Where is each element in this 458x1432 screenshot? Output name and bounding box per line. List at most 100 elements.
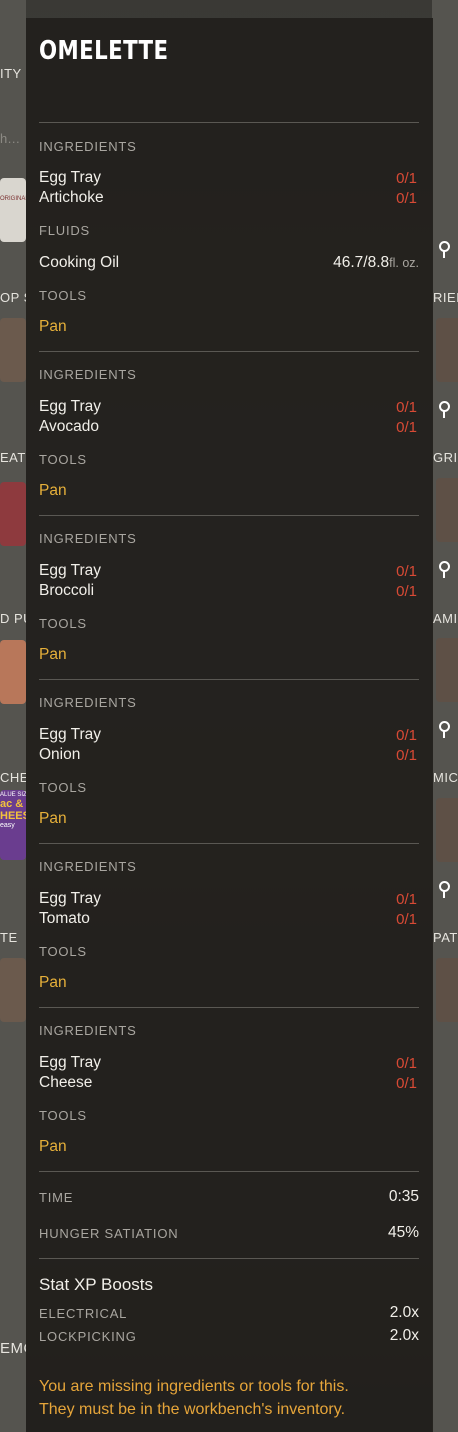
right-list-column [432,0,458,1432]
bg-thumb-text: HEESI [0,810,26,822]
xp-boost-label: LOCKPICKING [39,1329,137,1344]
time-label: TIME [39,1190,74,1205]
divider [39,1007,419,1008]
ingredients-heading: INGREDIENTS [39,367,137,382]
tool-name: Pan [39,482,67,499]
hunger-value: 45% [387,1224,419,1241]
bg-thumb-item[interactable] [0,640,26,704]
ingredient-name: Egg Tray [39,169,102,186]
bg-thumb-text: ORIGINAL [0,196,26,202]
tool-name: Pan [39,646,67,663]
ingredient-qty: 0/1 [396,1075,417,1092]
divider [39,122,419,123]
xp-boosts-title: Stat XP Boosts [39,1275,154,1294]
ingredients-heading: INGREDIENTS [39,531,137,546]
bg-thumb-item[interactable] [436,478,458,542]
recipe-title: OMELETTE [39,36,169,66]
ingredient-qty: 0/1 [396,911,417,928]
missing-warning-line: They must be in the workbench's inventor… [39,1401,346,1418]
bg-left-label[interactable]: OP S [0,290,26,305]
bg-thumb-item[interactable] [436,798,458,862]
tool-name: Pan [39,974,67,991]
pin-icon[interactable] [434,558,454,580]
bg-right-label[interactable]: AMI [433,611,458,626]
ingredient-qty: 0/1 [396,170,417,187]
ingredient-name: Broccoli [39,582,95,599]
bg-left-label: ITY [0,66,22,81]
fluid-amount-value: 46.7/8.8 [333,254,390,271]
bg-thumb-text: ALUE SIZE [0,792,26,798]
bg-thumb-text: easy [0,822,15,829]
divider [39,1258,419,1259]
hunger-label: HUNGER SATIATION [39,1226,179,1241]
bg-thumb-item[interactable] [0,318,26,382]
tools-heading: TOOLS [39,780,87,795]
bg-left-label[interactable]: TE [0,930,26,945]
divider [39,843,419,844]
fluids-heading: FLUIDS [39,223,91,238]
ingredients-heading: INGREDIENTS [39,859,137,874]
bg-right-label[interactable]: GRIL [433,450,458,465]
xp-boost-value: 2.0x [389,1304,419,1321]
bg-thumb-item[interactable]: ALUE SIZE ac & HEESI easy [0,790,26,860]
bg-left-label[interactable]: EAT [0,450,26,465]
tools-heading: TOOLS [39,288,87,303]
bg-thumb-item[interactable] [436,958,458,1022]
ingredient-qty: 0/1 [396,891,417,908]
ingredient-name: Tomato [39,910,90,927]
pin-icon[interactable] [434,878,454,900]
ingredient-qty: 0/1 [396,190,417,207]
bg-left-label[interactable]: D PU [0,611,26,626]
ingredient-name: Cheese [39,1074,93,1091]
ingredient-qty: 0/1 [396,419,417,436]
bg-right-label[interactable]: MICH [433,770,458,785]
ingredient-qty: 0/1 [396,1055,417,1072]
divider [39,515,419,516]
ingredient-name: Onion [39,746,81,763]
ingredient-name: Egg Tray [39,562,102,579]
tools-heading: TOOLS [39,944,87,959]
ingredient-name: Avocado [39,418,100,435]
ingredient-qty: 0/1 [396,399,417,416]
bg-left-label[interactable]: CHE [0,770,26,785]
bg-right-label[interactable]: PATI [433,930,458,945]
bg-thumb-item[interactable] [0,958,26,1022]
time-value: 0:35 [388,1188,419,1205]
bg-search-placeholder[interactable]: h... [0,131,26,146]
bg-thumb-text: ac & [0,798,24,810]
ingredient-qty: 0/1 [396,747,417,764]
bg-thumb-item[interactable]: ORIGINAL [0,178,26,242]
ingredient-name: Egg Tray [39,1054,102,1071]
ingredient-qty: 0/1 [396,727,417,744]
pin-icon[interactable] [434,718,454,740]
tool-name: Pan [39,810,67,827]
tools-heading: TOOLS [39,452,87,467]
xp-boost-label: ELECTRICAL [39,1306,128,1321]
tool-name: Pan [39,1138,67,1155]
bg-thumb-item[interactable] [0,482,26,546]
bg-right-label[interactable]: RIEI [433,290,458,305]
ingredient-name: Egg Tray [39,726,102,743]
ingredient-name: Egg Tray [39,890,102,907]
pin-icon[interactable] [434,238,454,260]
fluid-amount: 46.7/8.8fl. oz. [333,254,419,272]
ingredients-heading: INGREDIENTS [39,1023,137,1038]
ingredient-qty: 0/1 [396,583,417,600]
tool-name: Pan [39,318,67,335]
ingredient-name: Egg Tray [39,398,102,415]
tools-heading: TOOLS [39,616,87,631]
xp-boost-value: 2.0x [389,1327,419,1344]
bg-thumb-item[interactable] [436,638,458,702]
recipe-tooltip: OMELETTE INGREDIENTS Egg Tray 0/1 Artich… [26,18,433,1432]
tools-heading: TOOLS [39,1108,87,1123]
pin-icon[interactable] [434,398,454,420]
bg-thumb-item[interactable] [436,318,458,382]
ingredient-name: Artichoke [39,189,104,206]
ingredient-qty: 0/1 [396,563,417,580]
divider [39,1171,419,1172]
missing-warning-line: You are missing ingredients or tools for… [39,1378,349,1395]
fluid-name: Cooking Oil [39,254,120,271]
divider [39,679,419,680]
bg-left-label[interactable]: EMO [0,1340,26,1357]
ingredients-heading: INGREDIENTS [39,695,137,710]
